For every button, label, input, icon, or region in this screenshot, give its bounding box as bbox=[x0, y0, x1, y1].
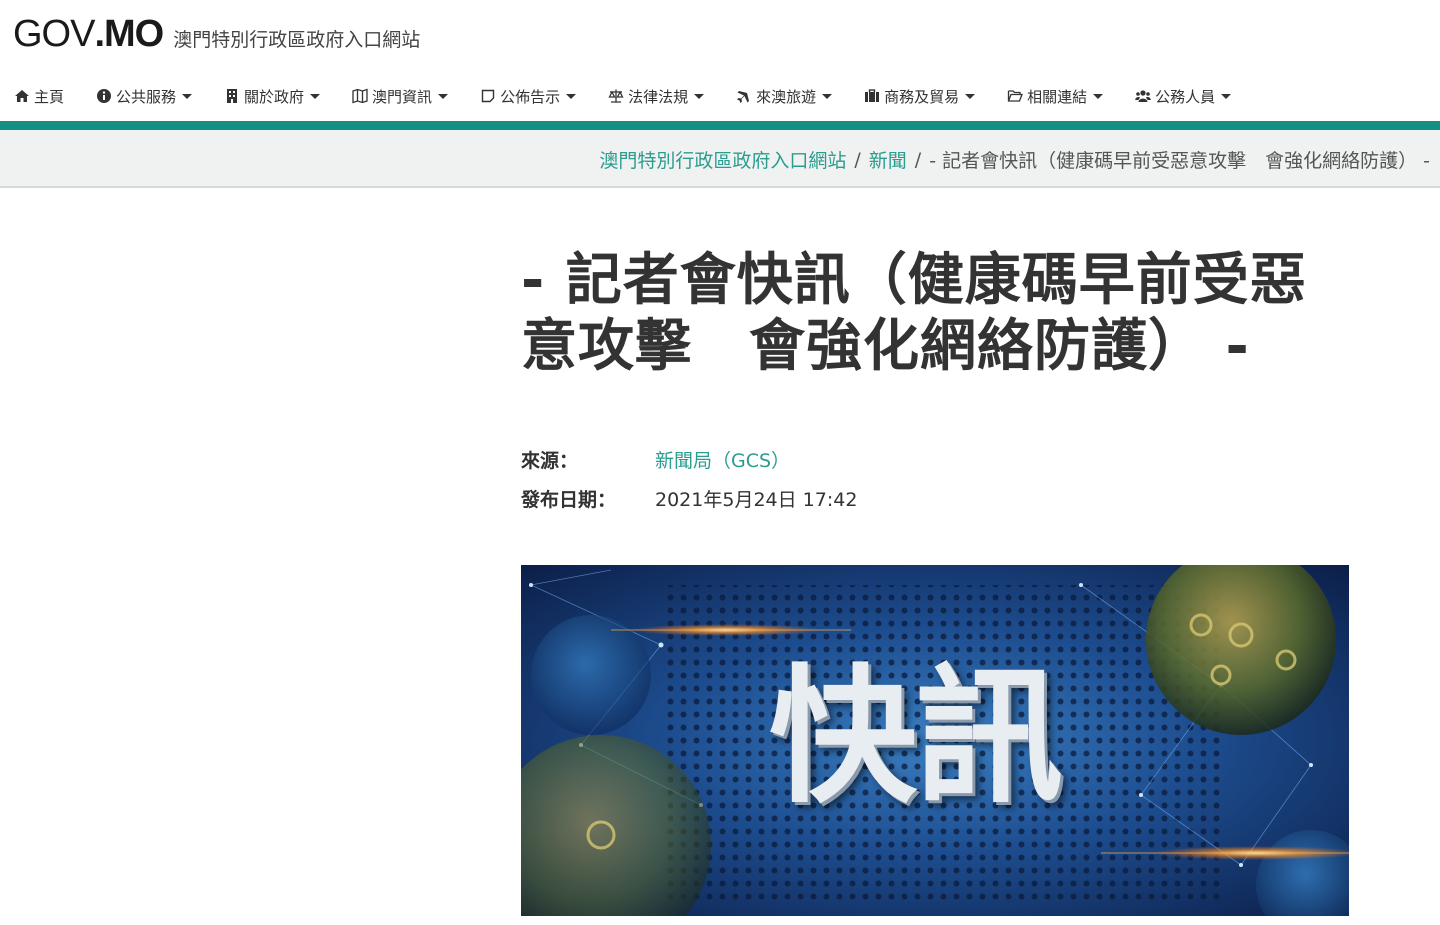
map-icon bbox=[352, 88, 368, 104]
nav-item-label: 來澳旅遊 bbox=[756, 87, 817, 106]
source-label: 來源： bbox=[521, 450, 579, 472]
nav-item-label: 相關連結 bbox=[1027, 87, 1088, 106]
folder-open-icon bbox=[1007, 90, 1024, 102]
nav-item-civil-servants[interactable]: 公務人員 bbox=[1135, 86, 1232, 107]
nav-item-about-government[interactable]: 關於政府 bbox=[224, 86, 321, 107]
breadcrumb-current: - 記者會快訊（健康碼早前受惡意攻擊 會強化網絡防護） - bbox=[929, 150, 1430, 172]
article-title: - 記者會快訊（健康碼早前受惡意攻擊 會強化網絡防護） - bbox=[521, 248, 1307, 379]
caret-down-icon bbox=[566, 93, 577, 99]
date-row: 發布日期： 2021年5月24日 17:42 bbox=[521, 479, 857, 518]
nav-item-label: 商務及貿易 bbox=[884, 87, 960, 106]
plane-icon bbox=[737, 89, 751, 103]
breadcrumb-trail: 澳門特別行政區政府入口網站 / 新聞 / - 記者會快訊（健康碼早前受惡意攻擊 … bbox=[599, 146, 1430, 173]
caret-down-icon bbox=[438, 93, 449, 99]
caret-down-icon bbox=[822, 93, 833, 99]
gov-mo-logo[interactable]: GOV.MO bbox=[13, 12, 164, 56]
users-icon bbox=[1135, 90, 1151, 102]
source-row: 來源： 新聞局（GCS） bbox=[521, 440, 857, 479]
site-name: 澳門特別行政區政府入口網站 bbox=[173, 29, 421, 51]
building-icon bbox=[227, 89, 238, 103]
briefcase-icon bbox=[865, 89, 880, 102]
site-logo[interactable]: GOV.MO 澳門特別行政區政府入口網站 bbox=[13, 12, 420, 62]
flash-news-text: 快訊 bbox=[769, 651, 1063, 823]
info-circle-icon bbox=[97, 89, 112, 103]
article-meta: 來源： 新聞局（GCS） 發布日期： 2021年5月24日 17:42 bbox=[521, 440, 857, 518]
nav-item-label: 公共服務 bbox=[116, 87, 177, 106]
balance-scale-icon bbox=[608, 89, 624, 103]
breadcrumb-separator: / bbox=[854, 148, 861, 171]
nav-item-public-services[interactable]: 公共服務 bbox=[96, 86, 193, 107]
caret-down-icon bbox=[1221, 93, 1232, 99]
caret-down-icon bbox=[310, 93, 321, 99]
article-image: 快訊 bbox=[521, 565, 1349, 916]
nav-item-label: 公佈告示 bbox=[500, 87, 561, 106]
site-header: GOV.MO 澳門特別行政區政府入口網站 bbox=[0, 0, 1440, 72]
nav-item-business[interactable]: 商務及貿易 bbox=[864, 86, 976, 107]
nav-item-label: 澳門資訊 bbox=[372, 87, 433, 106]
nav-item-label: 關於政府 bbox=[244, 87, 305, 106]
caret-down-icon bbox=[694, 93, 705, 99]
breadcrumb-news-link[interactable]: 新聞 bbox=[869, 146, 907, 173]
source-link[interactable]: 新聞局（GCS） bbox=[655, 446, 790, 473]
nav-item-home[interactable]: 主頁 bbox=[14, 86, 64, 107]
date-label: 發布日期： bbox=[521, 489, 617, 511]
breadcrumb-home-link[interactable]: 澳門特別行政區政府入口網站 bbox=[599, 146, 846, 173]
home-icon bbox=[15, 90, 29, 102]
breadcrumb-separator: / bbox=[914, 148, 922, 171]
breadcrumb: 澳門特別行政區政府入口網站 / 新聞 / - 記者會快訊（健康碼早前受惡意攻擊 … bbox=[0, 130, 1440, 188]
caret-down-icon bbox=[182, 93, 193, 99]
caret-down-icon bbox=[1093, 93, 1104, 99]
nav-item-announcements[interactable]: 公佈告示 bbox=[480, 86, 577, 107]
main-nav: 主頁 公共服務 關於政府 澳門資訊 公佈告示 法律法規 來澳旅遊 商務及貿易 相… bbox=[0, 72, 1440, 120]
accent-bar bbox=[0, 121, 1440, 130]
sticky-note-icon bbox=[481, 89, 495, 103]
nav-item-tourism[interactable]: 來澳旅遊 bbox=[736, 86, 833, 107]
nav-item-laws[interactable]: 法律法規 bbox=[608, 86, 705, 107]
nav-item-label: 主頁 bbox=[34, 87, 65, 106]
caret-down-icon bbox=[965, 93, 976, 99]
nav-item-label: 法律法規 bbox=[628, 87, 689, 106]
nav-item-macao-info[interactable]: 澳門資訊 bbox=[352, 86, 449, 107]
nav-item-related-links[interactable]: 相關連結 bbox=[1007, 86, 1104, 107]
publish-date: 2021年5月24日 17:42 bbox=[655, 489, 858, 511]
nav-item-label: 公務人員 bbox=[1155, 87, 1216, 106]
